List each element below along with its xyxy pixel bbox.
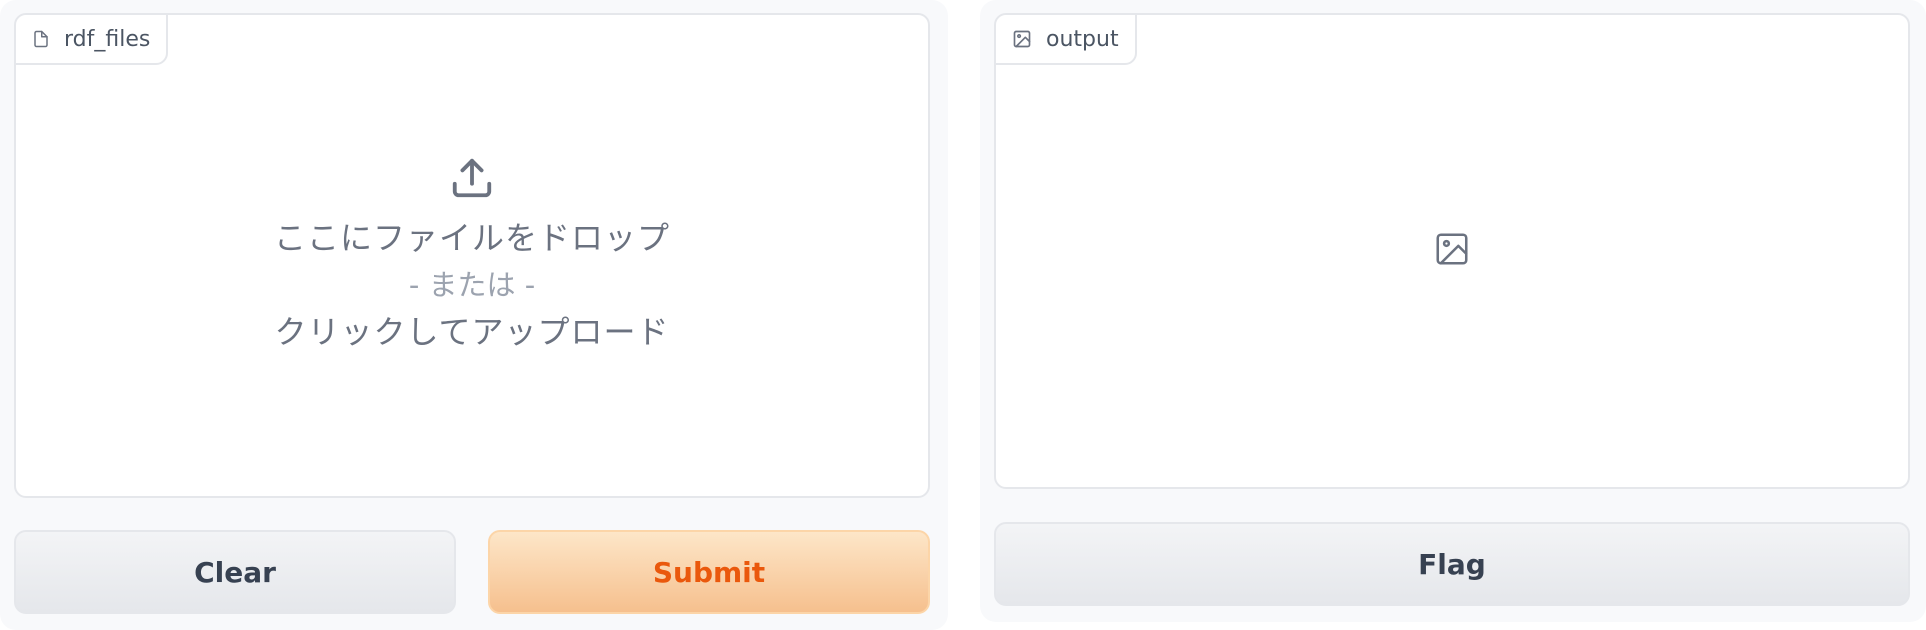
flag-button[interactable]: Flag [994,522,1910,606]
image-output-block: output [994,13,1910,489]
drop-file-text: ここにファイルをドロップ [273,218,670,257]
image-placeholder [996,15,1908,487]
image-icon [1433,230,1471,272]
clear-button[interactable]: Clear [14,530,456,614]
file-drop-zone[interactable]: ここにファイルをドロップ - または - クリックしてアップロード [16,15,928,496]
image-icon [1012,29,1032,49]
block-label-text: output [1046,26,1119,52]
file-upload-block: ここにファイルをドロップ - または - クリックしてアップロード rdf_fi… [14,13,930,498]
output-column: output Flag [980,0,1926,622]
file-icon [32,29,50,49]
or-separator-text: - または - [408,267,536,302]
block-label-output: output [996,15,1137,65]
upload-icon [449,155,495,205]
block-label-text: rdf_files [64,26,151,52]
block-label-rdf-files: rdf_files [16,15,169,65]
input-column: ここにファイルをドロップ - または - クリックしてアップロード rdf_fi… [0,0,948,630]
click-to-upload-text: クリックしてアップロード [274,312,670,351]
submit-button[interactable]: Submit [488,530,930,614]
